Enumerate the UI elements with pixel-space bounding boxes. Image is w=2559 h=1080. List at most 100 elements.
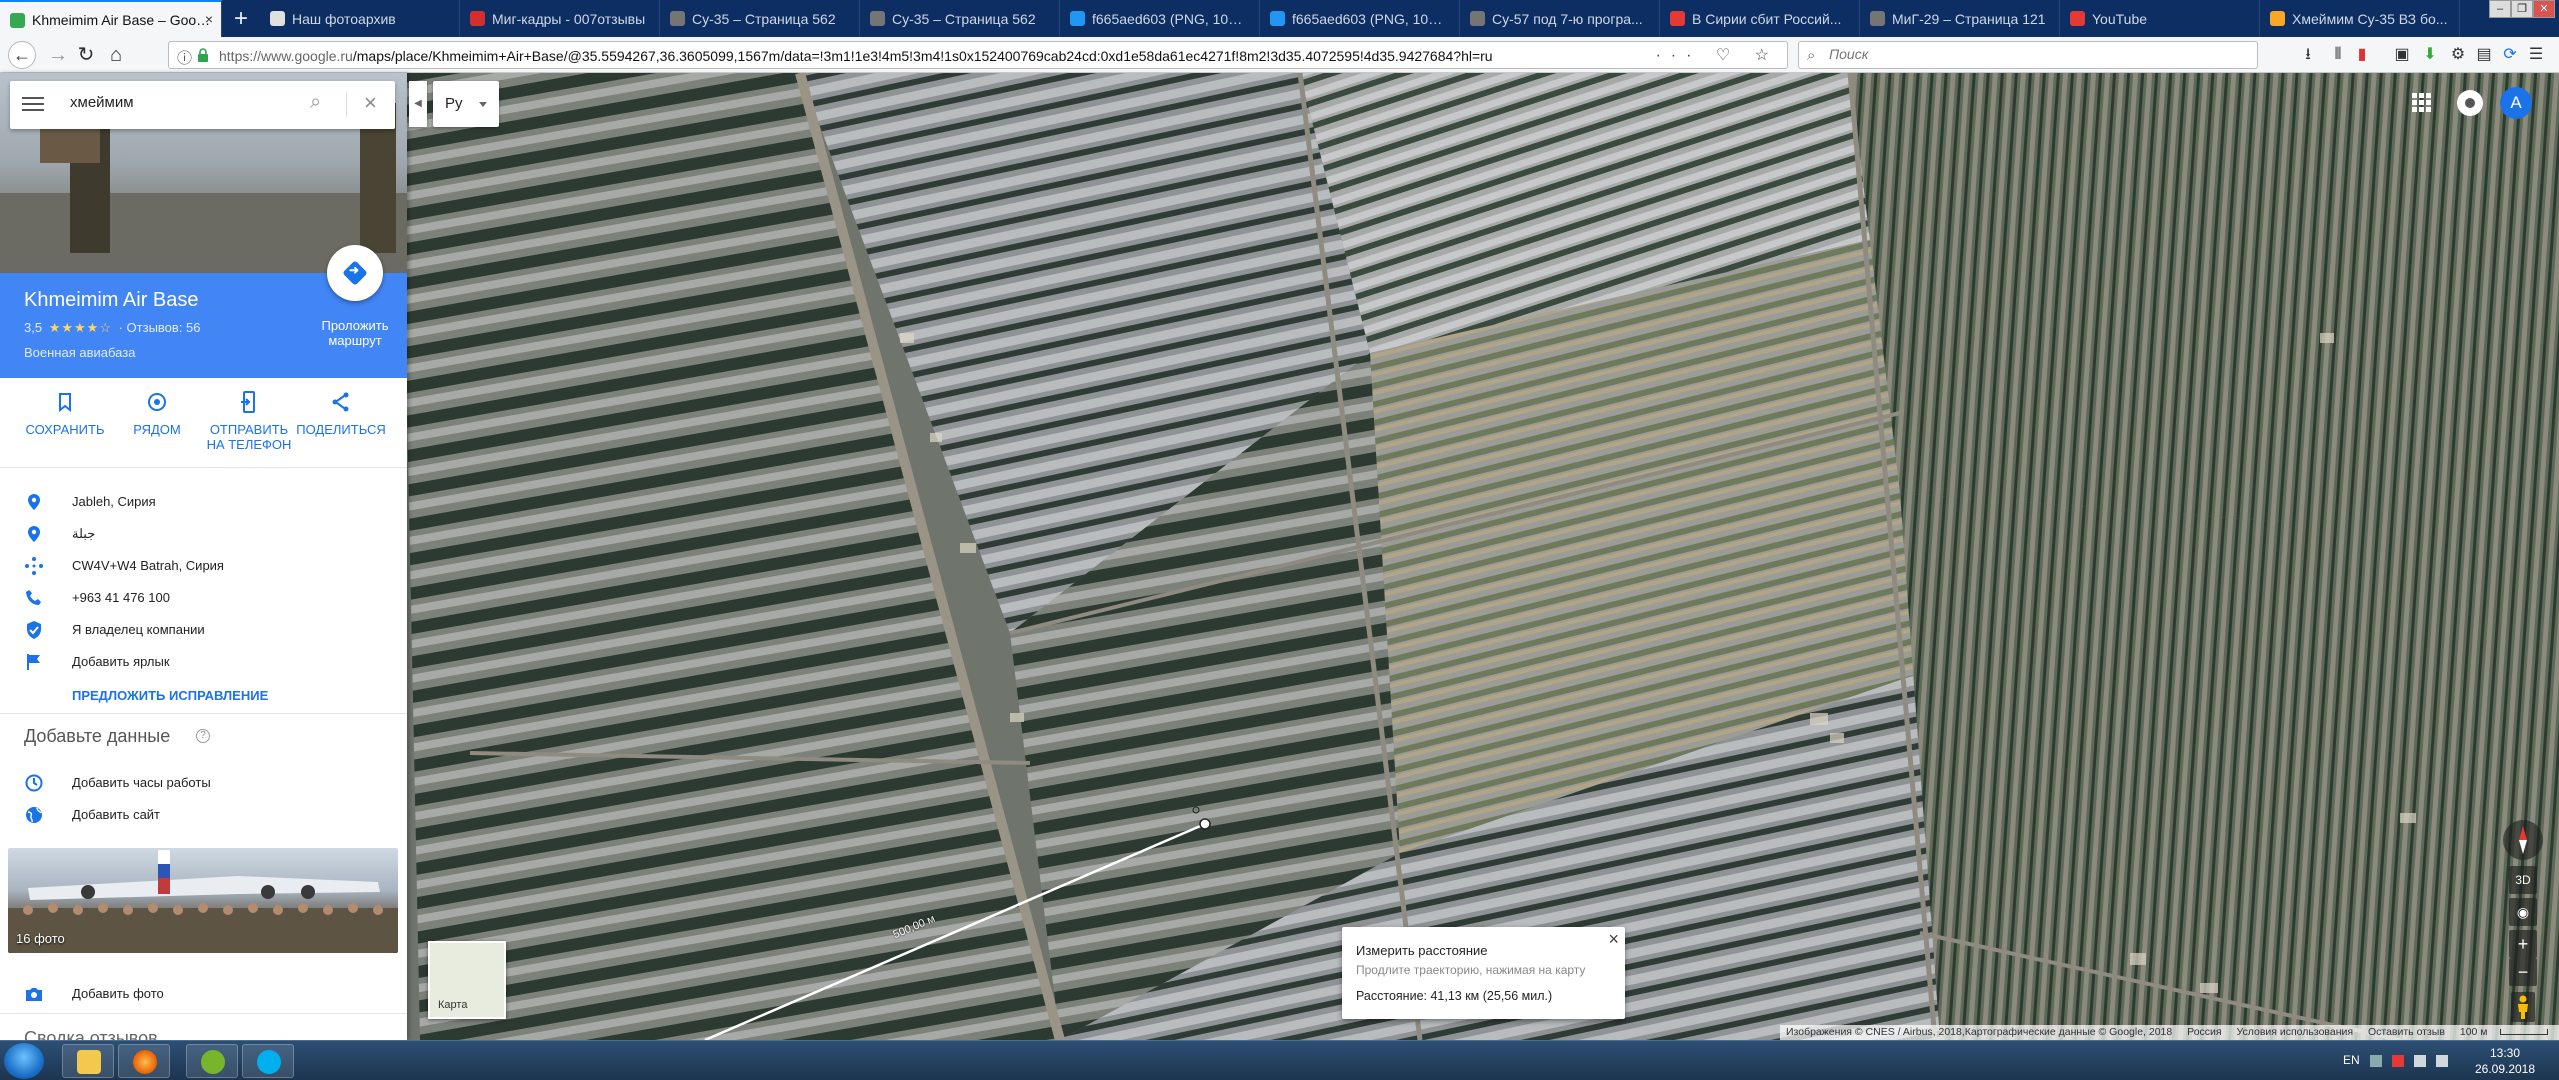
- tab[interactable]: f665aed603 (PNG, 1024...: [1260, 0, 1460, 37]
- nearby-button[interactable]: РЯДОМ: [111, 390, 203, 437]
- page-actions-icon[interactable]: ··· ♡ ☆: [1655, 45, 1779, 65]
- extension-icon[interactable]: ▮: [2352, 45, 2372, 65]
- language-select[interactable]: Ру: [433, 81, 499, 127]
- minimize-button[interactable]: –: [2489, 0, 2511, 18]
- avatar[interactable]: A: [2500, 87, 2532, 119]
- screenshot-icon[interactable]: ▣: [2392, 45, 2412, 65]
- place-category[interactable]: Военная авиабаза: [24, 345, 135, 360]
- tab[interactable]: В Сирии сбит Россий...: [1660, 0, 1860, 37]
- add-label-row[interactable]: Добавить ярлык: [0, 646, 407, 678]
- directions-label[interactable]: Проложить маршрут: [300, 318, 407, 348]
- tab-label: YouTube: [2092, 10, 2148, 27]
- share-button[interactable]: ПОДЕЛИТЬСЯ: [295, 390, 387, 437]
- suggest-edit-link[interactable]: ПРЕДЛОЖИТЬ ИСПРАВЛЕНИЕ: [72, 688, 268, 703]
- url-text[interactable]: https://www.google.ru/maps/place/Khmeimi…: [219, 48, 1493, 64]
- plus-code-row[interactable]: CW4V+W4 Batrah, Сирия: [0, 550, 407, 582]
- clear-icon[interactable]: ×: [364, 90, 377, 116]
- feedback-link[interactable]: Оставить отзыв: [2368, 1026, 2445, 1038]
- taskbar: EN 13:30 26.09.2018: [0, 1040, 2559, 1080]
- collapse-panel-button[interactable]: ◀: [409, 81, 427, 127]
- tab[interactable]: f665aed603 (PNG, 1024...: [1060, 0, 1260, 37]
- directions-button[interactable]: ➜: [327, 245, 383, 301]
- region-link[interactable]: Россия: [2187, 1026, 2221, 1038]
- tray-flag-icon[interactable]: [2392, 1055, 2404, 1067]
- close-tab-icon[interactable]: ×: [205, 11, 213, 27]
- phone-row[interactable]: +963 41 476 100: [0, 582, 407, 614]
- add-hours-row[interactable]: Добавить часы работы: [0, 767, 407, 799]
- add-photo-row[interactable]: Добавить фото: [0, 978, 407, 1010]
- addon-icon[interactable]: ⚙: [2448, 45, 2468, 65]
- rating-row[interactable]: 3,5 ★★★★☆ · Отзывов: 56: [24, 320, 201, 336]
- home-icon[interactable]: ⌂: [104, 43, 128, 67]
- tab[interactable]: YouTube: [2060, 0, 2260, 37]
- windows-start-icon[interactable]: [4, 1043, 44, 1079]
- tab[interactable]: Су-57 под 7-ю програ...: [1460, 0, 1660, 37]
- zoom-out-button[interactable]: −: [2509, 958, 2537, 986]
- terms-link[interactable]: Условия использования: [2237, 1026, 2354, 1038]
- local-address-row[interactable]: جبلة: [0, 518, 407, 550]
- sync-icon[interactable]: ⟳: [2500, 45, 2520, 65]
- help-icon[interactable]: ?: [196, 729, 210, 743]
- hamburger-menu-icon[interactable]: [22, 93, 44, 115]
- library-icon[interactable]: ⫴: [2328, 45, 2348, 65]
- search-bar[interactable]: ⌕: [1798, 41, 2258, 69]
- reload-icon[interactable]: ↻: [74, 43, 98, 67]
- zoom-in-button[interactable]: +: [2509, 930, 2537, 958]
- clock[interactable]: 13:30 26.09.2018: [2470, 1045, 2540, 1077]
- tab[interactable]: МиГ-29 – Страница 121: [1860, 0, 2060, 37]
- tab[interactable]: Су-35 – Страница 562: [660, 0, 860, 37]
- new-tab-button[interactable]: +: [222, 0, 260, 37]
- network-icon[interactable]: [2414, 1055, 2426, 1067]
- taskbar-app-skype[interactable]: [242, 1044, 294, 1078]
- map-layer-toggle[interactable]: Карта: [428, 941, 506, 1019]
- search-icon[interactable]: ⌕: [310, 91, 321, 114]
- save-button[interactable]: СОХРАНИТЬ: [19, 390, 111, 437]
- taskbar-app-utorrent[interactable]: [186, 1044, 238, 1078]
- place-title: Khmeimim Air Base: [24, 289, 199, 311]
- tab[interactable]: Наш фотоархив: [260, 0, 460, 37]
- flag-icon: [27, 654, 40, 670]
- review-count[interactable]: · Отзывов: 56: [119, 320, 201, 335]
- input-language[interactable]: EN: [2343, 1053, 2360, 1067]
- sidebar-icon[interactable]: ▤: [2474, 45, 2494, 65]
- url-bar[interactable]: ⓘ https://www.google.ru/maps/place/Khmei…: [168, 41, 1788, 69]
- search-input[interactable]: [70, 94, 290, 111]
- close-icon[interactable]: ×: [1608, 929, 1619, 950]
- time: 13:30: [2489, 1046, 2521, 1060]
- addon-icon[interactable]: ⬇: [2420, 45, 2440, 65]
- volume-icon[interactable]: [2436, 1055, 2448, 1067]
- notifications-icon[interactable]: [2457, 90, 2483, 116]
- taskbar-app-explorer[interactable]: [62, 1044, 114, 1078]
- tray-icon[interactable]: [2370, 1055, 2382, 1067]
- globe-icon: [26, 807, 42, 823]
- menu-icon[interactable]: ☰: [2526, 45, 2546, 65]
- scale-label[interactable]: 100 м: [2460, 1026, 2488, 1038]
- info-icon[interactable]: ⓘ: [177, 47, 192, 68]
- measure-title: Измерить расстояние: [1356, 943, 1488, 958]
- tab[interactable]: Хмеймим Су-35 ВЗ бо...: [2260, 0, 2460, 37]
- pegman-icon[interactable]: [2511, 992, 2535, 1022]
- maximize-button[interactable]: ❐: [2511, 0, 2533, 18]
- add-website-row[interactable]: Добавить сайт: [0, 799, 407, 831]
- back-arrow-icon[interactable]: ←: [8, 41, 36, 69]
- address-row[interactable]: Jableh, Сирия: [0, 486, 407, 518]
- compass-icon[interactable]: [2503, 820, 2543, 860]
- my-location-icon[interactable]: ◉: [2509, 898, 2537, 926]
- tilt-3d-button[interactable]: 3D: [2509, 866, 2537, 894]
- plus-code-icon: [25, 557, 43, 575]
- nearby-icon: [148, 393, 166, 411]
- forward-arrow-icon[interactable]: →: [46, 43, 70, 67]
- claim-business-row[interactable]: Я владелец компании: [0, 614, 407, 646]
- browser-search-input[interactable]: [1829, 46, 2229, 62]
- taskbar-app-firefox[interactable]: [118, 1044, 170, 1078]
- url-host: https://www.google.ru: [219, 48, 353, 64]
- apps-grid-icon[interactable]: [2412, 93, 2432, 113]
- close-window-button[interactable]: ✕: [2533, 0, 2555, 18]
- photos-thumbnail[interactable]: [8, 848, 398, 953]
- tab-bar: Khmeimim Air Base – Google М × + Наш фотоар…: [0, 0, 2559, 37]
- tab[interactable]: Су-35 – Страница 562: [860, 0, 1060, 37]
- download-icon[interactable]: ⭳: [2298, 45, 2318, 65]
- tab-active[interactable]: Khmeimim Air Base – Google М ×: [0, 0, 222, 37]
- send-to-phone-button[interactable]: ОТПРАВИТЬ НА ТЕЛЕФОН: [203, 390, 295, 452]
- tab[interactable]: Миг-кадры - 007отзывы: [460, 0, 660, 37]
